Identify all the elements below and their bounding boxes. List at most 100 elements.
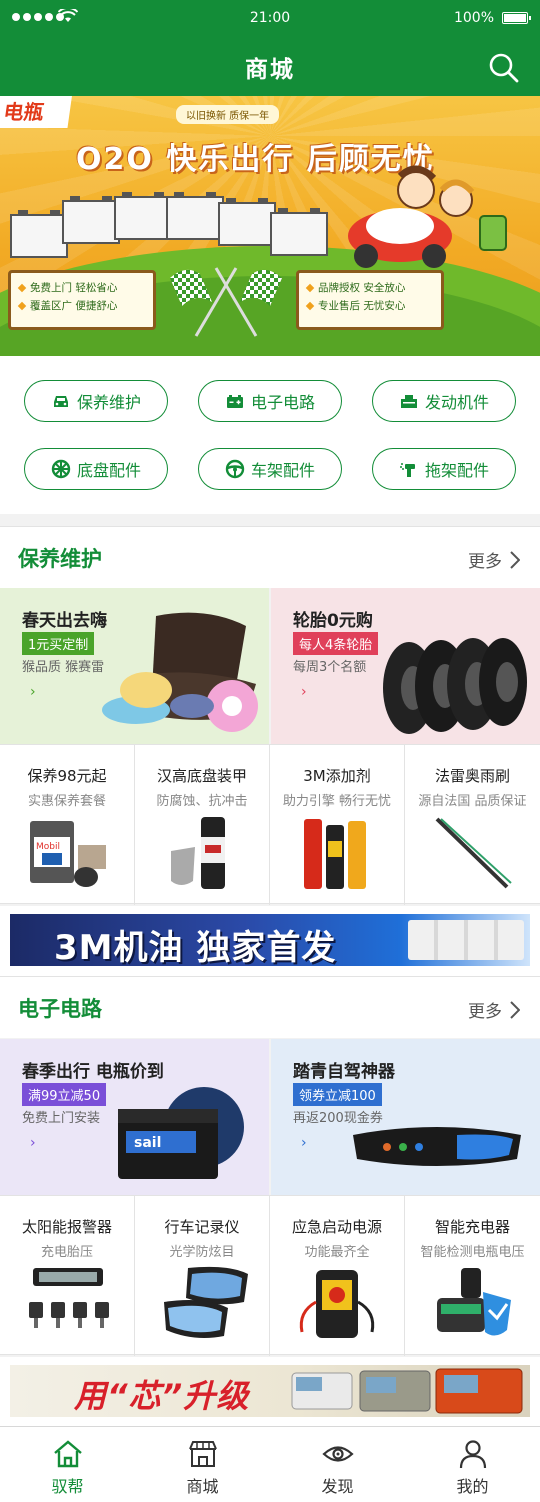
car-charger-image [437, 1268, 511, 1336]
product-tpms-alarm[interactable]: 太阳能报警器 充电胎压 [0, 1196, 135, 1356]
engine-oil-image: Mobil [30, 821, 106, 887]
additive-bottles-image [304, 819, 366, 889]
store-icon [188, 1441, 217, 1467]
checkered-flags-icon [170, 267, 282, 337]
product-dashcam[interactable]: 行车记录仪 光学防炫目 [135, 1196, 270, 1356]
promo-subtitle: 每周3个名额 [293, 660, 367, 675]
banner-tag: 以旧换新 质保一年 [176, 105, 280, 124]
ad-strip-3m: 3M机油 独家首发 [0, 906, 540, 976]
product-underbody-coating[interactable]: 汉高底盘装甲 防腐蚀、抗冲击 [135, 745, 270, 905]
category-engine[interactable]: 发动机件 [372, 380, 516, 422]
category-label: 车架配件 [250, 461, 315, 480]
tire-sensor-image [29, 1268, 109, 1328]
ad-text: 3M机油 独家首发 [54, 928, 337, 966]
category-panel: 保养维护 电子电路 发动机件 底盘配件 车架配件 拖架配件 [0, 356, 540, 514]
battery-sketch-1 [10, 210, 68, 258]
category-frame[interactable]: 车架配件 [198, 448, 342, 490]
tab-label: 商城 [186, 1477, 219, 1496]
category-electronics[interactable]: 电子电路 [198, 380, 342, 422]
product-jump-starter[interactable]: 应急启动电源 功能最齐全 [270, 1196, 405, 1356]
promo-card-spring[interactable]: 春天出去嗨 1元买定制 猴品质 猴赛雷 › [0, 588, 269, 744]
arrow-icon: › [30, 1135, 36, 1151]
sign-left-line-2: 覆盖区广 便捷舒心 [30, 300, 118, 312]
ad-text: 用“芯”升级 [74, 1377, 250, 1415]
more-link[interactable]: 更多 [468, 547, 520, 572]
banner-corner-label: 电瓶 [0, 96, 73, 128]
mirror-dashcam-image [164, 1266, 248, 1338]
promo-card-mirror[interactable]: 踏青自驾神器 领券立减100 再返200现金券 › [271, 1039, 540, 1195]
tab-label: 驭帮 [51, 1477, 84, 1496]
tab-home[interactable]: 驭帮 [0, 1427, 135, 1502]
section-title: 电子电路 [18, 997, 102, 1021]
car-battery-image: sail [118, 1087, 244, 1179]
promo-badge: 每人4条轮胎 [293, 632, 379, 655]
product-subtitle: 智能检测电瓶电压 [420, 1245, 525, 1260]
app-root: 21:00 100% 商城 电瓶 以旧换新 质保一年 O2O 快乐出行 后顾无忧… [0, 0, 540, 1502]
home-icon [53, 1440, 82, 1468]
search-icon[interactable] [488, 52, 520, 84]
product-wiper-blade[interactable]: 法雷奥雨刷 源自法国 品质保证 [405, 745, 540, 905]
arrow-icon: › [301, 684, 307, 700]
product-subtitle: 助力引擎 畅行无忧 [282, 794, 392, 809]
ad-banner-3m-oil[interactable]: 3M机油 独家首发 [10, 914, 530, 966]
product-title: 太阳能报警器 [21, 1218, 112, 1236]
product-smart-charger[interactable]: 智能充电器 智能检测电瓶电压 [405, 1196, 540, 1356]
product-oil-package[interactable]: 保养98元起 实惠保养套餐 Mobil [0, 745, 135, 905]
product-title: 行车记录仪 [164, 1218, 240, 1236]
ad-banner-chip-upgrade[interactable]: 用“芯”升级 [10, 1365, 530, 1417]
product-subtitle: 充电胎压 [40, 1245, 93, 1260]
battery-icon [226, 395, 243, 408]
promo-card-battery[interactable]: 春季出行 电瓶价到 满99立减50 免费上门安装 › sail [0, 1039, 269, 1195]
category-towing[interactable]: 拖架配件 [372, 448, 516, 490]
sign-right-line-2: 专业售后 无忧安心 [318, 300, 406, 312]
wheel-icon [51, 459, 71, 479]
promo-card-tire[interactable]: 轮胎0元购 每人4条轮胎 每周3个名额 › [271, 588, 540, 744]
product-title: 3M添加剂 [303, 767, 371, 785]
battery-brand-label: sail [134, 1135, 161, 1151]
wiper-blade-image [435, 817, 512, 889]
more-link[interactable]: 更多 [468, 997, 520, 1022]
section-maintenance-header: 保养维护 更多 [0, 526, 540, 588]
promo-banner[interactable]: 电瓶 以旧换新 质保一年 O2O 快乐出行 后顾无忧 免费上门 轻松省心 覆盖区… [0, 96, 540, 356]
sign-left-line-1: 免费上门 轻松省心 [30, 282, 118, 294]
oil-brand-label: Mobil [36, 842, 60, 852]
tires-image [383, 638, 527, 734]
status-bar: 21:00 100% [0, 0, 540, 38]
tab-profile[interactable]: 我的 [405, 1427, 540, 1502]
steering-wheel-icon [225, 459, 245, 479]
product-title: 智能充电器 [434, 1218, 510, 1236]
promo-title: 春天出去嗨 [22, 611, 107, 631]
car-icon [53, 396, 68, 407]
banner-sign-right: 品牌授权 安全放心 专业售后 无忧安心 [296, 270, 444, 330]
oil-cans-image [408, 920, 524, 960]
product-title: 法雷奥雨刷 [434, 767, 510, 785]
battery-sketch-2 [62, 196, 120, 244]
tab-discover[interactable]: 发现 [270, 1427, 405, 1502]
category-label: 保养维护 [76, 393, 141, 412]
trucks-image [291, 1368, 523, 1414]
category-chassis[interactable]: 底盘配件 [24, 448, 168, 490]
promo-subtitle: 免费上门安装 [22, 1111, 101, 1126]
promo-badge: 满99立减50 [22, 1083, 107, 1106]
promo-badge: 领券立减100 [293, 1083, 382, 1106]
battery-sketch-6 [270, 208, 328, 256]
category-label: 电子电路 [250, 393, 315, 412]
smart-mirror-image [353, 1127, 521, 1166]
jump-starter-image [299, 1270, 375, 1338]
battery-percent: 100% [453, 10, 494, 26]
promo-title: 轮胎0元购 [293, 611, 373, 631]
battery-sketch-4 [166, 192, 224, 240]
product-subtitle: 光学防炫目 [169, 1245, 235, 1260]
spray-can-image [171, 817, 225, 889]
top-bar: 21:00 100% 商城 [0, 0, 540, 96]
product-3m-additive[interactable]: 3M添加剂 助力引擎 畅行无忧 [270, 745, 405, 905]
category-maintenance[interactable]: 保养维护 [24, 380, 168, 422]
spray-gun-icon [399, 463, 415, 477]
bottom-tab-bar: 驭帮 商城 发现 我的 [0, 1426, 540, 1502]
category-label: 底盘配件 [76, 461, 141, 480]
page-title: 商城 [245, 57, 295, 83]
tab-store[interactable]: 商城 [135, 1427, 270, 1502]
more-label: 更多 [468, 552, 502, 572]
battery-icon [502, 12, 531, 24]
product-subtitle: 实惠保养套餐 [27, 794, 106, 809]
